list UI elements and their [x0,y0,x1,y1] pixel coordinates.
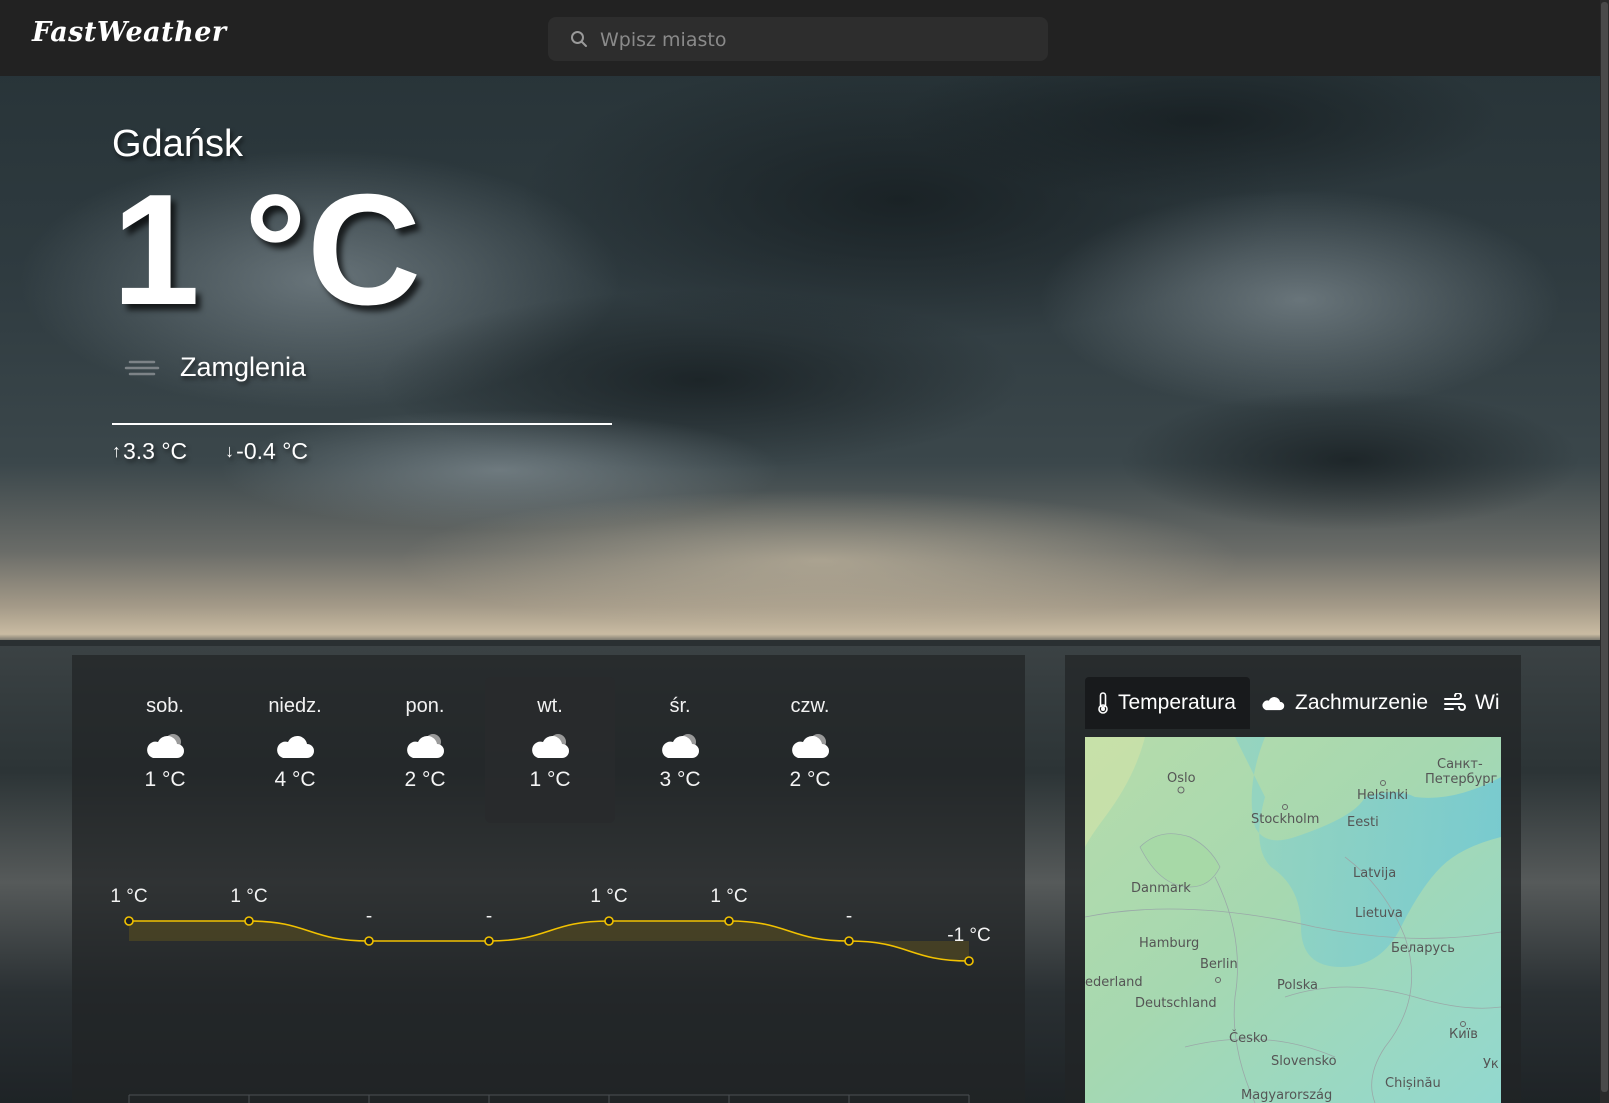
weather-description-row: Zamglenia [124,352,306,383]
map-label: Helsinki [1357,788,1408,803]
map-label: Київ [1449,1027,1478,1042]
cloud-icon [1262,697,1285,711]
top-bar: FastWeather [0,0,1600,76]
min-temperature-value: -0.4 °C [236,438,309,464]
chart-data-label: 1 °C [230,886,267,907]
map-label: Беларусь [1391,941,1455,956]
max-temperature: ↑ 3.3 °C [112,438,187,465]
map-label: Deutschland [1135,996,1217,1011]
chart-data-label: - [846,906,852,927]
tab-label: Zachmurzenie [1295,691,1429,714]
wind-icon [1444,693,1466,711]
min-temperature: ↓ -0.4 °C [225,438,308,465]
chart-data-label: -1 °C [947,925,991,946]
scrollbar[interactable] [1600,0,1609,1103]
chart-point[interactable] [604,916,614,926]
chart-point[interactable] [124,916,134,926]
map-label: Ук [1483,1057,1499,1072]
map-label: Санкт- [1437,757,1483,772]
map-label: Danmark [1131,881,1191,896]
tab-cloudiness[interactable]: Zachmurzenie [1260,677,1428,729]
min-max-temperature: ↑ 3.3 °C ↓ -0.4 °C [112,438,346,465]
chart-point[interactable] [364,936,374,946]
search-input[interactable] [598,17,1032,63]
map-label: Stockholm [1251,812,1319,827]
tab-label: Wi [1475,691,1500,714]
chart-data-label: 1 °C [590,886,627,907]
chart-point[interactable] [484,936,494,946]
current-weather: Gdańsk 1 °C Zamglenia ↑ 3.3 °C ↓ -0.4 °C [112,120,612,464]
map-label: Oslo [1167,771,1196,786]
temperature-map[interactable]: Oslo Санкт- Петербург Helsinki Stockholm… [1085,737,1501,1103]
tab-temperature[interactable]: Temperatura [1085,677,1250,729]
tab-wind[interactable]: Wi [1444,677,1500,729]
map-label: Slovensko [1271,1054,1337,1069]
tab-label: Temperatura [1118,691,1236,714]
map-label: Chișinău [1385,1076,1441,1091]
chart-point[interactable] [724,916,734,926]
map-label: ederland [1085,975,1143,990]
map-label: Eesti [1347,815,1379,830]
current-temperature: 1 °C [112,162,422,338]
chart-point[interactable] [244,916,254,926]
map-label: Magyarország [1241,1088,1332,1103]
city-name: Gdańsk [112,123,243,165]
search-icon [571,31,587,47]
weather-description: Zamglenia [180,352,307,382]
map-label: Berlin [1200,957,1238,972]
map-label: Česko [1229,1030,1268,1046]
chart-point[interactable] [964,956,974,966]
map-label: Polska [1277,978,1318,993]
map-label: Hamburg [1139,936,1199,951]
map-panel: Temperatura Zachmurzenie Wi Oslo Санкт- … [1065,655,1521,1103]
map-label: Latvija [1353,866,1396,881]
app-logo[interactable]: FastWeather [32,17,227,48]
divider [112,423,612,425]
chart-data-label: 1 °C [710,886,747,907]
map-label: Петербург [1425,772,1498,787]
max-temperature-value: 3.3 °C [123,438,188,464]
arrow-up-icon: ↑ [112,441,121,461]
map-tabs: Temperatura Zachmurzenie Wi [1085,677,1505,729]
forecast-panel: sob. 1 °C niedz. 4 °C pon. 2 °C wt. 1 °C… [72,655,1025,1103]
chart-data-label: - [366,906,372,927]
mist-icon [124,360,160,375]
search-box[interactable] [548,17,1048,63]
temperature-chart: 1 °C 1 °C- -1 °C 1 °C--1 °C [110,886,991,1103]
arrow-down-icon: ↓ [225,441,235,461]
chart-data-label: - [486,906,492,927]
scrollbar-thumb[interactable] [1601,2,1608,1092]
chart-point[interactable] [844,936,854,946]
map-label: Lietuva [1355,906,1403,921]
chart-data-label: 1 °C [110,886,147,907]
thermometer-icon [1098,692,1108,714]
